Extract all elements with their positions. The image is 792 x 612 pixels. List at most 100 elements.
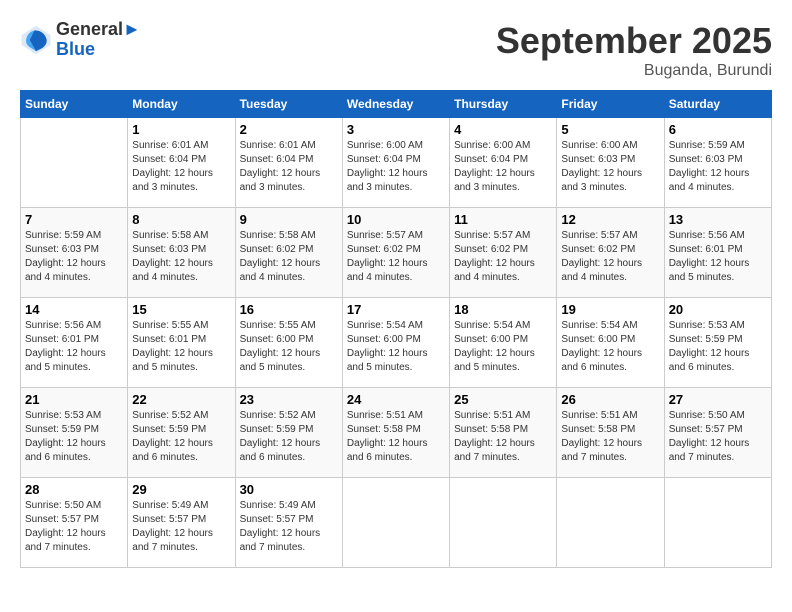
calendar-cell: 1 Sunrise: 6:01 AM Sunset: 6:04 PM Daylig… — [128, 118, 235, 208]
calendar-cell: 4 Sunrise: 6:00 AM Sunset: 6:04 PM Daylig… — [450, 118, 557, 208]
day-info: Sunrise: 5:57 AM Sunset: 6:02 PM Dayligh… — [454, 229, 552, 285]
day-number: 28 — [25, 482, 123, 497]
weekday-header-wednesday: Wednesday — [342, 91, 449, 118]
weekday-header-thursday: Thursday — [450, 91, 557, 118]
day-info: Sunrise: 5:53 AM Sunset: 5:59 PM Dayligh… — [25, 409, 123, 465]
location: Buganda, Burundi — [496, 62, 772, 80]
calendar-cell: 14 Sunrise: 5:56 AM Sunset: 6:01 PM Dayli… — [21, 298, 128, 388]
calendar-cell: 24Sunrise: 5:51 AM Sunset: 5:58 PM Dayli… — [342, 388, 449, 478]
calendar-week-1: 1 Sunrise: 6:01 AM Sunset: 6:04 PM Daylig… — [21, 118, 772, 208]
calendar-cell: 29 Sunrise: 5:49 AM Sunset: 5:57 PM Dayli… — [128, 478, 235, 568]
day-info: Sunrise: 5:49 AM Sunset: 5:57 PM Dayligh… — [132, 499, 230, 555]
calendar-cell — [342, 478, 449, 568]
calendar-cell: 26Sunrise: 5:51 AM Sunset: 5:58 PM Dayli… — [557, 388, 664, 478]
day-info: Sunrise: 5:50 AM Sunset: 5:57 PM Dayligh… — [669, 409, 767, 465]
day-number: 4 — [454, 122, 552, 137]
day-info: Sunrise: 5:54 AM Sunset: 6:00 PM Dayligh… — [561, 319, 659, 375]
day-number: 22 — [132, 392, 230, 407]
day-number: 6 — [669, 122, 767, 137]
calendar-cell: 7Sunrise: 5:59 AM Sunset: 6:03 PM Daylig… — [21, 208, 128, 298]
month-title: September 2025 — [496, 20, 772, 62]
day-number: 10 — [347, 212, 445, 227]
day-info: Sunrise: 5:57 AM Sunset: 6:02 PM Dayligh… — [561, 229, 659, 285]
calendar-cell: 27 Sunrise: 5:50 AM Sunset: 5:57 PM Dayli… — [664, 388, 771, 478]
calendar-cell: 21 Sunrise: 5:53 AM Sunset: 5:59 PM Dayli… — [21, 388, 128, 478]
calendar-cell: 19 Sunrise: 5:54 AM Sunset: 6:00 PM Dayli… — [557, 298, 664, 388]
day-number: 17 — [347, 302, 445, 317]
day-number: 30 — [240, 482, 338, 497]
day-info: Sunrise: 5:58 AM Sunset: 6:03 PM Dayligh… — [132, 229, 230, 285]
day-number: 19 — [561, 302, 659, 317]
day-info: Sunrise: 5:54 AM Sunset: 6:00 PM Dayligh… — [347, 319, 445, 375]
weekday-header-tuesday: Tuesday — [235, 91, 342, 118]
day-number: 1 — [132, 122, 230, 137]
day-info: Sunrise: 5:57 AM Sunset: 6:02 PM Dayligh… — [347, 229, 445, 285]
calendar-cell: 25 Sunrise: 5:51 AM Sunset: 5:58 PM Dayli… — [450, 388, 557, 478]
day-number: 14 — [25, 302, 123, 317]
day-number: 2 — [240, 122, 338, 137]
day-info: Sunrise: 5:50 AM Sunset: 5:57 PM Dayligh… — [25, 499, 123, 555]
day-number: 23 — [240, 392, 338, 407]
day-number: 20 — [669, 302, 767, 317]
day-info: Sunrise: 5:56 AM Sunset: 6:01 PM Dayligh… — [25, 319, 123, 375]
day-info: Sunrise: 5:49 AM Sunset: 5:57 PM Dayligh… — [240, 499, 338, 555]
day-info: Sunrise: 6:01 AM Sunset: 6:04 PM Dayligh… — [132, 139, 230, 195]
weekday-header-friday: Friday — [557, 91, 664, 118]
day-number: 29 — [132, 482, 230, 497]
calendar-week-3: 14 Sunrise: 5:56 AM Sunset: 6:01 PM Dayli… — [21, 298, 772, 388]
calendar-cell: 16 Sunrise: 5:55 AM Sunset: 6:00 PM Dayli… — [235, 298, 342, 388]
logo-text: General► Blue — [56, 20, 141, 60]
calendar-cell — [557, 478, 664, 568]
day-info: Sunrise: 6:00 AM Sunset: 6:04 PM Dayligh… — [454, 139, 552, 195]
day-number: 27 — [669, 392, 767, 407]
calendar-cell: 8 Sunrise: 5:58 AM Sunset: 6:03 PM Daylig… — [128, 208, 235, 298]
calendar-week-2: 7Sunrise: 5:59 AM Sunset: 6:03 PM Daylig… — [21, 208, 772, 298]
calendar-table: SundayMondayTuesdayWednesdayThursdayFrid… — [20, 90, 772, 568]
calendar-cell: 9 Sunrise: 5:58 AM Sunset: 6:02 PM Daylig… — [235, 208, 342, 298]
page-header: General► Blue September 2025 Buganda, Bu… — [20, 20, 772, 80]
calendar-cell: 2Sunrise: 6:01 AM Sunset: 6:04 PM Daylig… — [235, 118, 342, 208]
day-number: 18 — [454, 302, 552, 317]
day-info: Sunrise: 5:59 AM Sunset: 6:03 PM Dayligh… — [25, 229, 123, 285]
weekday-header-saturday: Saturday — [664, 91, 771, 118]
calendar-cell: 11 Sunrise: 5:57 AM Sunset: 6:02 PM Dayli… — [450, 208, 557, 298]
day-info: Sunrise: 5:55 AM Sunset: 6:01 PM Dayligh… — [132, 319, 230, 375]
calendar-cell: 23Sunrise: 5:52 AM Sunset: 5:59 PM Dayli… — [235, 388, 342, 478]
calendar-cell — [450, 478, 557, 568]
day-number: 16 — [240, 302, 338, 317]
calendar-cell — [21, 118, 128, 208]
day-number: 26 — [561, 392, 659, 407]
day-number: 5 — [561, 122, 659, 137]
calendar-cell: 17 Sunrise: 5:54 AM Sunset: 6:00 PM Dayli… — [342, 298, 449, 388]
day-info: Sunrise: 5:52 AM Sunset: 5:59 PM Dayligh… — [132, 409, 230, 465]
day-info: Sunrise: 5:58 AM Sunset: 6:02 PM Dayligh… — [240, 229, 338, 285]
day-number: 25 — [454, 392, 552, 407]
day-number: 9 — [240, 212, 338, 227]
weekday-header-monday: Monday — [128, 91, 235, 118]
day-info: Sunrise: 5:51 AM Sunset: 5:58 PM Dayligh… — [454, 409, 552, 465]
day-info: Sunrise: 5:55 AM Sunset: 6:00 PM Dayligh… — [240, 319, 338, 375]
calendar-cell: 18 Sunrise: 5:54 AM Sunset: 6:00 PM Dayli… — [450, 298, 557, 388]
title-block: September 2025 Buganda, Burundi — [496, 20, 772, 80]
day-info: Sunrise: 5:59 AM Sunset: 6:03 PM Dayligh… — [669, 139, 767, 195]
logo-icon — [20, 24, 52, 56]
day-info: Sunrise: 5:54 AM Sunset: 6:00 PM Dayligh… — [454, 319, 552, 375]
day-number: 11 — [454, 212, 552, 227]
calendar-cell: 13Sunrise: 5:56 AM Sunset: 6:01 PM Dayli… — [664, 208, 771, 298]
day-info: Sunrise: 5:51 AM Sunset: 5:58 PM Dayligh… — [347, 409, 445, 465]
calendar-cell: 10 Sunrise: 5:57 AM Sunset: 6:02 PM Dayli… — [342, 208, 449, 298]
calendar-cell: 12Sunrise: 5:57 AM Sunset: 6:02 PM Dayli… — [557, 208, 664, 298]
day-info: Sunrise: 6:00 AM Sunset: 6:03 PM Dayligh… — [561, 139, 659, 195]
day-number: 8 — [132, 212, 230, 227]
day-info: Sunrise: 5:53 AM Sunset: 5:59 PM Dayligh… — [669, 319, 767, 375]
calendar-cell: 30 Sunrise: 5:49 AM Sunset: 5:57 PM Dayli… — [235, 478, 342, 568]
calendar-cell: 5 Sunrise: 6:00 AM Sunset: 6:03 PM Daylig… — [557, 118, 664, 208]
calendar-cell — [664, 478, 771, 568]
calendar-cell: 22 Sunrise: 5:52 AM Sunset: 5:59 PM Dayli… — [128, 388, 235, 478]
day-number: 13 — [669, 212, 767, 227]
day-number: 15 — [132, 302, 230, 317]
day-number: 21 — [25, 392, 123, 407]
calendar-week-5: 28 Sunrise: 5:50 AM Sunset: 5:57 PM Dayli… — [21, 478, 772, 568]
day-info: Sunrise: 6:00 AM Sunset: 6:04 PM Dayligh… — [347, 139, 445, 195]
weekday-header-sunday: Sunday — [21, 91, 128, 118]
